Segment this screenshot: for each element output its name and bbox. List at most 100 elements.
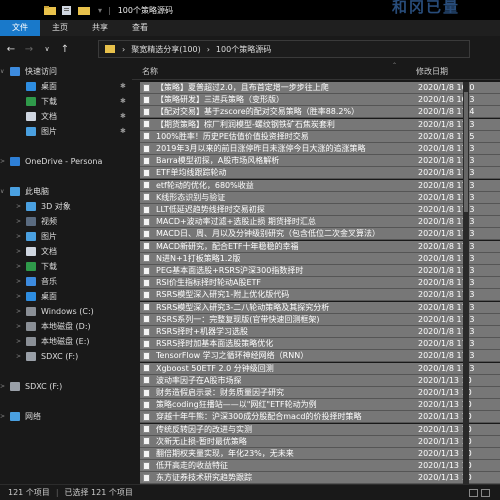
file-row[interactable]: MACD+波动率过滤+选股止损 期货择时汇总	[140, 216, 462, 229]
expand-chevron-icon[interactable]: >	[16, 353, 26, 360]
tab-2[interactable]: 共享	[80, 20, 120, 36]
expand-chevron-icon[interactable]: >	[16, 338, 26, 345]
file-row[interactable]: RSRS系列一：完整复现版(官带快速回测框架)	[140, 313, 462, 326]
expand-chevron-icon[interactable]: >	[16, 248, 26, 255]
file-icon	[143, 339, 150, 348]
expand-chevron-icon[interactable]: >	[16, 233, 26, 240]
expand-chevron-icon[interactable]: >	[16, 263, 26, 270]
tab-1[interactable]: 主页	[40, 20, 80, 36]
file-row[interactable]: 策略coding狂播站——以"网红"ETF轮动为例	[140, 399, 462, 412]
expand-chevron-icon[interactable]: >	[0, 383, 10, 390]
sidebar-item-4[interactable]: 图片 ✱	[0, 124, 130, 139]
file-row[interactable]: 波动率因子在A股市场探	[140, 374, 462, 387]
sidebar-item-11[interactable]: > 图片	[0, 229, 130, 244]
sort-arrow-icon: ⌃	[392, 62, 398, 69]
file-row[interactable]: RSRS择时加基本面选股策略优化	[140, 338, 462, 351]
sidebar-item-9[interactable]: >3D 对象	[0, 199, 130, 214]
large-icons-view-icon[interactable]	[481, 489, 490, 497]
file-row[interactable]: TensorFlow 学习之循环神经网络（RNN）	[140, 350, 462, 363]
scrollbar-thumb[interactable]	[464, 92, 468, 212]
file-row[interactable]: N进N+1打板策略1.2版	[140, 252, 462, 265]
sidebar-item-23[interactable]: > 网络	[0, 409, 130, 424]
column-name-header[interactable]: 名称	[142, 66, 158, 77]
file-row[interactable]: Barra模型初探，A股市场风格解析	[140, 155, 462, 168]
sidebar-item-17[interactable]: > 本地磁盘 (D:)	[0, 319, 130, 334]
breadcrumb-parent[interactable]: 聚宽精选分享(100)	[131, 44, 201, 55]
file-row[interactable]: RSRS模型深入研究3-二八轮动策略及其探究分析	[140, 301, 462, 314]
sidebar-item-16[interactable]: > Windows (C:)	[0, 304, 130, 319]
file-row[interactable]: MACD日、周、月以及分钟级别研究（包含低位二次金叉算法）	[140, 228, 462, 241]
expand-chevron-icon[interactable]: ∨	[0, 188, 10, 195]
column-date-header[interactable]: 修改日期	[416, 66, 448, 77]
sidebar-item-21[interactable]: > SDXC (F:)	[0, 379, 130, 394]
file-row[interactable]: 翻倍期权夹量实现，年化23%，无未来	[140, 448, 462, 460]
sidebar-item-0[interactable]: ∨ 快速访问	[0, 64, 130, 79]
details-view-icon[interactable]	[469, 489, 478, 497]
back-button[interactable]: ←	[4, 44, 18, 55]
file-row[interactable]: 【策略】夏普超过2.0，且布首定增一步步往上爬	[140, 82, 462, 94]
expand-chevron-icon[interactable]: ∨	[0, 68, 10, 75]
file-row[interactable]: 次新无止损-暂时最优策略	[140, 435, 462, 448]
expand-chevron-icon[interactable]: >	[16, 218, 26, 225]
expand-chevron-icon[interactable]: >	[0, 413, 10, 420]
file-row[interactable]: 【策略研发】三进兵策略（变形版）	[140, 94, 462, 107]
sidebar-item-14[interactable]: > 音乐	[0, 274, 130, 289]
file-date: 2020/1/8 17:3	[416, 301, 500, 314]
sidebar-item-1[interactable]: 桌面 ✱	[0, 79, 130, 94]
pin-icon[interactable]: ✱	[120, 112, 126, 120]
file-row[interactable]: 低开高走的收益特征	[140, 460, 462, 473]
pin-icon[interactable]: ✱	[120, 97, 126, 105]
properties-icon[interactable]	[61, 5, 73, 15]
file-row[interactable]: RSI价生指标择时轮动A股ETF	[140, 277, 462, 290]
sidebar-item-19[interactable]: > SDXC (F:)	[0, 349, 130, 364]
sidebar-item-3[interactable]: 文档 ✱	[0, 109, 130, 124]
file-row[interactable]: ETF单均线跟踪轮动	[140, 167, 462, 180]
sidebar-item-15[interactable]: > 桌面	[0, 289, 130, 304]
breadcrumb-current[interactable]: 100个策略源码	[216, 44, 271, 55]
expand-chevron-icon[interactable]: >	[0, 158, 10, 165]
file-name: RSRS模型深入研究3-二八轮动策略及其探究分析	[156, 302, 330, 312]
file-row[interactable]: LLT低延迟趋势线择时交易初探	[140, 204, 462, 216]
sdcard-icon	[10, 382, 20, 391]
expand-chevron-icon[interactable]: >	[16, 308, 26, 315]
expand-chevron-icon[interactable]: >	[16, 278, 26, 285]
file-date: 2020/1/13 10	[416, 399, 500, 412]
file-row[interactable]: RSRS模型深入研究1-附上优化版代码	[140, 289, 462, 302]
file-row[interactable]: MACD新研究，配合ETF十年稳稳的幸福	[140, 240, 462, 253]
recent-locations-dropdown[interactable]: ∨	[40, 45, 54, 53]
file-row[interactable]: RSRS择时+机器学习选股	[140, 326, 462, 338]
sidebar-item-10[interactable]: > 视频	[0, 214, 130, 229]
file-icon	[143, 144, 150, 153]
tab-3[interactable]: 查看	[120, 20, 160, 36]
quick-access-toolbar-dropdown[interactable]: ▾	[98, 6, 102, 15]
pin-icon[interactable]: ✱	[120, 127, 126, 135]
forward-button[interactable]: →	[22, 44, 36, 55]
new-folder-icon[interactable]	[78, 6, 90, 15]
file-row[interactable]: 100%胜率！历史PE估值价值投资择时交易	[140, 130, 462, 143]
vertical-scrollbar[interactable]	[463, 82, 469, 484]
sidebar-item-12[interactable]: > 文档	[0, 244, 130, 259]
up-button[interactable]: ↑	[58, 44, 72, 55]
sidebar-item-13[interactable]: > 下载	[0, 259, 130, 274]
sidebar-item-6[interactable]: > OneDrive - Persona	[0, 154, 130, 169]
file-row[interactable]: PEG基本面选股+RSRS沪深300指数择时	[140, 265, 462, 277]
file-row[interactable]: 传统反转因子的改进与实测	[140, 423, 462, 436]
file-row[interactable]: etf轮动的优化，680%收益	[140, 179, 462, 192]
pin-icon[interactable]: ✱	[120, 82, 126, 90]
file-row[interactable]: 【配对交易】基于zscore的配对交易策略（胜率88.2%）	[140, 106, 462, 119]
address-field[interactable]: › 聚宽精选分享(100) › 100个策略源码	[98, 40, 470, 58]
file-row[interactable]: 2019年3月以来的前日涨停昨日未涨停今日大涨的追涨策略	[140, 143, 462, 155]
expand-chevron-icon[interactable]: >	[16, 203, 26, 210]
tab-0[interactable]: 文件	[0, 20, 40, 36]
sidebar-item-18[interactable]: > 本地磁盘 (E:)	[0, 334, 130, 349]
file-row[interactable]: K线形态识别与验证	[140, 191, 462, 204]
file-row[interactable]: Xgboost 50ETF 2.0 分钟级回测	[140, 362, 462, 375]
sidebar-item-8[interactable]: ∨ 此电脑	[0, 184, 130, 199]
sidebar-item-2[interactable]: 下载 ✱	[0, 94, 130, 109]
file-row[interactable]: 穿越十年牛熊：沪深300成分股配合macd的价投择时策略	[140, 411, 462, 424]
file-row[interactable]: 东方证券技术研究趋势跟踪	[140, 472, 462, 484]
expand-chevron-icon[interactable]: >	[16, 323, 26, 330]
file-row[interactable]: 【期货策略】棕厂利润模型-螺纹钢铁矿石焦炭套利	[140, 118, 462, 131]
expand-chevron-icon[interactable]: >	[16, 293, 26, 300]
file-row[interactable]: 财务造假启示录：财务质量因子研究	[140, 387, 462, 399]
